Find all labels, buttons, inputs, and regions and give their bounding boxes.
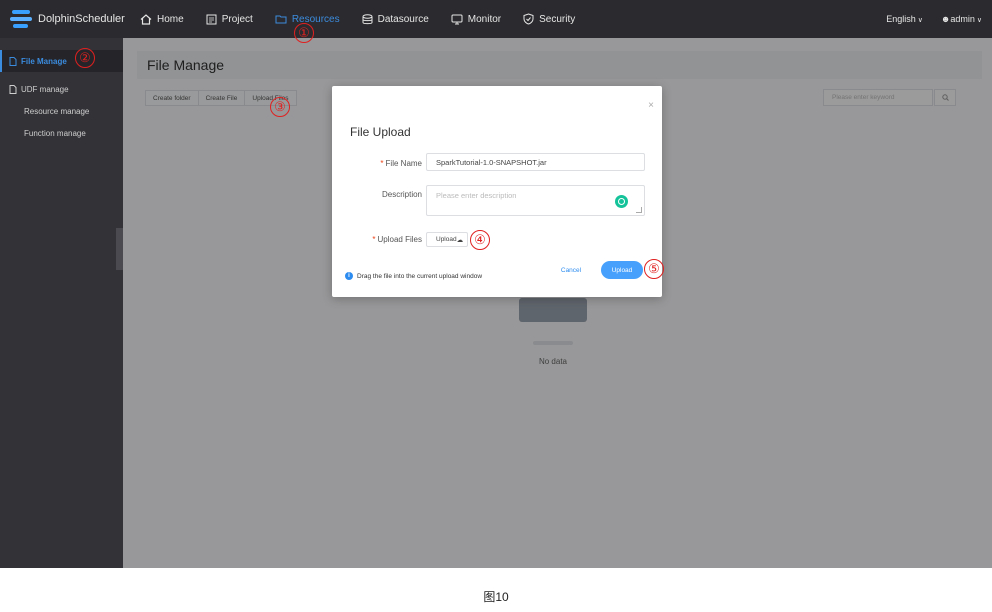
nav-home[interactable]: Home — [140, 14, 184, 25]
submit-upload-button[interactable]: Upload — [601, 261, 643, 279]
drag-tip: i Drag the file into the current upload … — [345, 272, 482, 280]
user-dropdown[interactable]: ☻admin ∨ — [941, 14, 982, 24]
nav-security-label: Security — [539, 13, 576, 25]
file-icon — [9, 56, 17, 66]
user-icon: ☻ — [940, 14, 951, 24]
dialog-title: File Upload — [350, 125, 411, 139]
nav-monitor[interactable]: Monitor — [451, 14, 501, 25]
top-right-menu: English ∨ ☻admin ∨ — [886, 0, 982, 38]
description-label: Description — [381, 190, 422, 199]
sidebar-item-udf-manage[interactable]: UDF manage — [0, 78, 123, 100]
info-icon: i — [345, 272, 353, 280]
nav-project[interactable]: Project — [206, 14, 253, 25]
file-name-field[interactable]: SparkTutorial-1.0-SNAPSHOT.jar — [426, 153, 645, 171]
annotation-marker-5: ⑤ — [644, 259, 664, 279]
nav-security[interactable]: Security — [523, 13, 575, 25]
sidebar-item-file-manage[interactable]: File Manage — [0, 50, 123, 72]
nav-datasource[interactable]: Datasource — [362, 14, 429, 25]
figure-caption: 图10 — [483, 590, 509, 604]
language-label: English — [886, 14, 916, 24]
app-name: DolphinScheduler — [38, 13, 125, 25]
sidebar-item-resource-manage[interactable]: Resource manage — [0, 100, 123, 122]
sidebar-item-label: File Manage — [21, 56, 67, 66]
drag-tip-text: Drag the file into the current upload wi… — [357, 272, 483, 280]
sidebar-item-function-manage[interactable]: Function manage — [0, 122, 123, 144]
close-icon[interactable]: × — [648, 100, 654, 111]
top-navbar: DolphinScheduler Home Project Resources … — [0, 0, 992, 38]
main-nav: Home Project Resources Datasource Monito… — [140, 0, 597, 38]
database-icon — [362, 13, 373, 24]
project-icon — [206, 14, 217, 24]
nav-home-label: Home — [157, 13, 184, 25]
sidebar-item-label: UDF manage — [21, 84, 69, 94]
user-label: admin — [950, 14, 975, 24]
cloud-upload-icon: ☁ — [456, 236, 464, 244]
file-icon — [9, 84, 17, 94]
resize-handle-icon[interactable] — [636, 207, 642, 213]
folder-icon — [275, 15, 287, 24]
annotation-marker-4: ④ — [470, 230, 490, 250]
chevron-down-icon: ∨ — [976, 17, 982, 24]
nav-datasource-label: Datasource — [377, 13, 429, 25]
annotation-marker-1: ① — [294, 23, 314, 43]
app-screen: DolphinScheduler Home Project Resources … — [0, 0, 992, 612]
monitor-icon — [451, 14, 463, 24]
dolphin-logo-icon — [10, 8, 32, 30]
nav-project-label: Project — [221, 13, 253, 25]
grammarly-icon[interactable] — [615, 195, 628, 208]
brand[interactable]: DolphinScheduler — [0, 0, 140, 38]
nav-monitor-label: Monitor — [467, 13, 502, 25]
file-name-label: * File Name — [380, 159, 422, 168]
home-icon — [140, 13, 152, 25]
description-placeholder: Please enter description — [436, 191, 517, 200]
language-dropdown[interactable]: English ∨ — [886, 14, 923, 24]
shield-icon — [523, 13, 534, 25]
sidebar: File Manage UDF manage Resource manage F… — [0, 38, 123, 568]
chevron-down-icon: ∨ — [917, 17, 923, 24]
upload-file-button[interactable]: Upload ☁ — [426, 232, 469, 247]
annotation-marker-3: ③ — [270, 97, 290, 117]
upload-files-label: * Upload Files — [372, 235, 422, 244]
description-field[interactable]: Please enter description — [426, 185, 645, 216]
annotation-marker-2: ② — [75, 48, 95, 68]
cancel-button[interactable]: Cancel — [554, 263, 588, 278]
